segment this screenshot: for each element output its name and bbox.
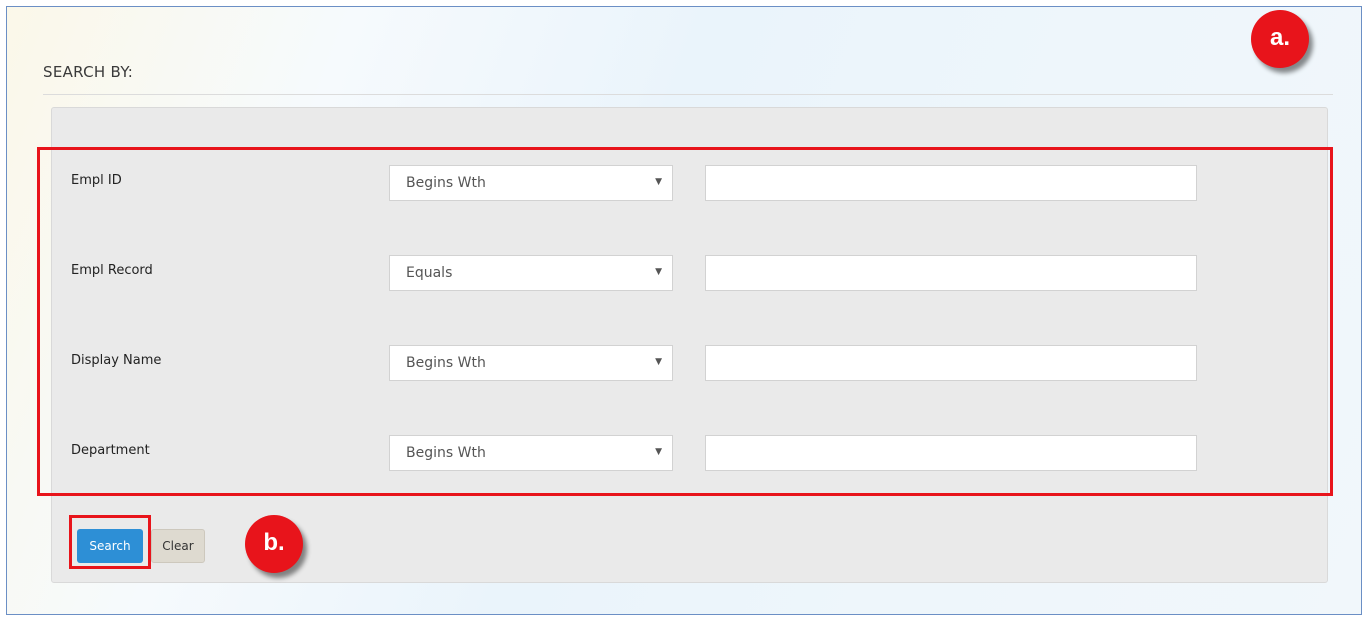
callout-b: b. (245, 515, 303, 573)
search-button-highlight (69, 515, 151, 569)
section-title: SEARCH BY: (43, 63, 134, 81)
title-divider (43, 94, 1333, 95)
clear-button[interactable]: Clear (151, 529, 205, 563)
callout-a: a. (1251, 10, 1309, 68)
window-frame: SEARCH BY: Empl ID Begins Wth ▼ Empl Rec… (6, 6, 1362, 615)
criteria-highlight-box (37, 147, 1333, 496)
